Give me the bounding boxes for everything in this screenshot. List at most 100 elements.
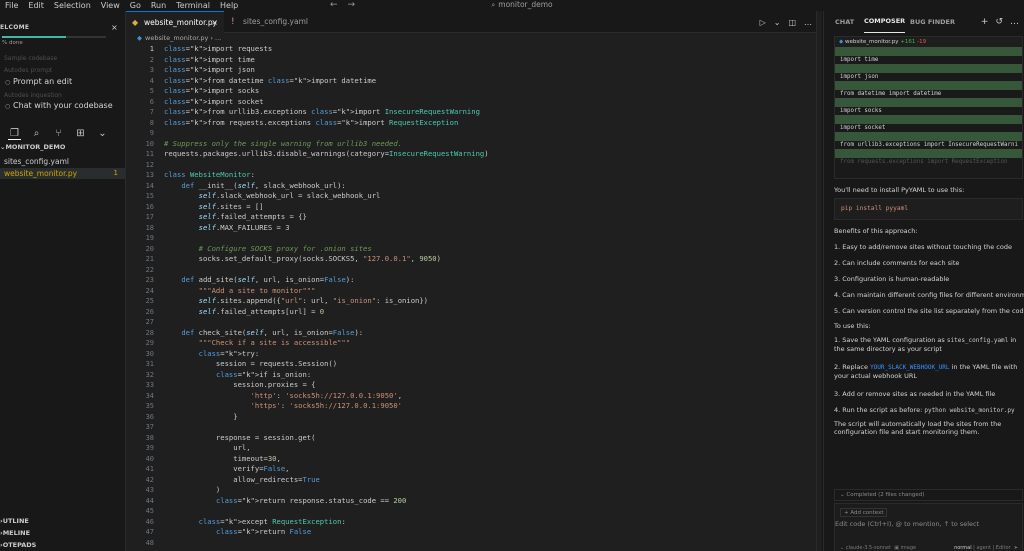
code-line[interactable]: class="k">import json: [164, 65, 489, 76]
menu-go[interactable]: Go: [125, 0, 146, 11]
mode-switch[interactable]: normal | agent | Editor ➤: [954, 545, 1018, 551]
code-line[interactable]: [164, 265, 489, 276]
code-line[interactable]: self.slack_webhook_url = slack_webhook_u…: [164, 191, 489, 202]
breadcrumb-more[interactable]: ...: [215, 34, 221, 42]
add-context-button[interactable]: + Add context: [840, 508, 888, 517]
code-line[interactable]: class="k">import socks: [164, 86, 489, 97]
code-line[interactable]: [164, 128, 489, 139]
close-icon[interactable]: ×: [211, 12, 218, 34]
code-line[interactable]: """Check if a site is accessible""": [164, 338, 489, 349]
code-line[interactable]: class="k">import requests: [164, 44, 489, 55]
more-icon[interactable]: …: [1010, 11, 1019, 33]
breadcrumb-file[interactable]: website_monitor.py: [145, 34, 208, 42]
code-line[interactable]: class="k">try:: [164, 349, 489, 360]
code-line[interactable]: [164, 317, 489, 328]
code-editor[interactable]: 1 2 3 4 5 6 7 8 9 10 11 12 13 14 15 16 17 18 19 20 21 22 23 24 2…: [126, 44, 822, 551]
model-selector[interactable]: ⌄ claude-3.5-sonnet: [840, 545, 891, 551]
diff-header[interactable]: ◆ website_monitor.py +161 -19: [835, 37, 1022, 47]
code-line[interactable]: [164, 160, 489, 171]
code-line[interactable]: verify=False,: [164, 464, 489, 475]
composer-input[interactable]: + Add context Edit code (Ctrl+I), @ to m…: [834, 503, 1023, 551]
split-editor-icon[interactable]: ◫: [788, 18, 796, 27]
mode-agent[interactable]: agent: [976, 545, 990, 551]
mode-editor[interactable]: Editor: [996, 545, 1011, 551]
file-sites-config[interactable]: sites_config.yaml: [0, 156, 125, 167]
code-line[interactable]: class="k">from urllib3.exceptions class=…: [164, 107, 489, 118]
code-line[interactable]: # Suppress only the single warning from …: [164, 139, 489, 150]
run-icon[interactable]: ▷: [760, 18, 766, 27]
submit-icon[interactable]: ➤: [1014, 545, 1018, 551]
menu-run[interactable]: Run: [146, 0, 171, 11]
code-line[interactable]: def add_site(self, url, is_onion=False):: [164, 275, 489, 286]
nav-arrows[interactable]: ←→: [330, 0, 365, 11]
history-icon[interactable]: ↺: [995, 11, 1003, 33]
tab-bug-finder[interactable]: BUG FINDER: [910, 11, 955, 33]
code-line[interactable]: # Configure SOCKS proxy for .onion sites: [164, 244, 489, 255]
code-line[interactable]: [164, 422, 489, 433]
composer-input-placeholder[interactable]: Edit code (Ctrl+I), @ to mention, ↑ to s…: [835, 520, 979, 528]
code-line[interactable]: class="k">return response.status_code ==…: [164, 496, 489, 507]
outline-section[interactable]: ›UTLINE: [0, 517, 29, 525]
welcome-step-faded[interactable]: Autodes prompt: [4, 67, 52, 74]
welcome-step-faded[interactable]: Sample codebase: [4, 55, 57, 62]
code-line[interactable]: url,: [164, 443, 489, 454]
code-line[interactable]: class="k">from requests.exceptions class…: [164, 118, 489, 129]
plus-icon[interactable]: +: [981, 11, 989, 33]
menu-view[interactable]: View: [96, 0, 125, 11]
explorer-root[interactable]: ⌄MONITOR_DEMO: [0, 143, 65, 151]
code-line[interactable]: """Add a site to monitor""": [164, 286, 489, 297]
code-line[interactable]: def __init__(self, slack_webhook_url):: [164, 181, 489, 192]
code-line[interactable]: class="k">except RequestException:: [164, 517, 489, 528]
code-line[interactable]: self.sites.append({"url": url, "is_onion…: [164, 296, 489, 307]
tab-sites-config[interactable]: ! sites_config.yaml: [225, 11, 317, 33]
tab-composer[interactable]: COMPOSER: [864, 11, 906, 33]
diff-preview[interactable]: ◆ website_monitor.py +161 -19 import tim…: [834, 36, 1023, 179]
welcome-step-prompt-edit[interactable]: ○ Prompt an edit: [5, 77, 72, 86]
menu-help[interactable]: Help: [215, 0, 243, 11]
chevron-down-icon[interactable]: ⌄: [96, 128, 109, 140]
code-line[interactable]: 'https': 'socks5h://127.0.0.1:9050': [164, 401, 489, 412]
code-line[interactable]: response = session.get(: [164, 433, 489, 444]
code-line[interactable]: class="k">return False: [164, 527, 489, 538]
tab-chat[interactable]: CHAT: [835, 11, 854, 33]
code-line[interactable]: ): [164, 485, 489, 496]
close-icon[interactable]: ×: [111, 23, 118, 32]
file-website-monitor[interactable]: website_monitor.py 1: [0, 168, 125, 179]
chevron-down-icon[interactable]: ⌄: [774, 18, 781, 27]
code-line[interactable]: allow_redirects=True: [164, 475, 489, 486]
forward-arrow-icon[interactable]: →: [348, 0, 366, 10]
menu-selection[interactable]: Selection: [49, 0, 96, 11]
menu-edit[interactable]: Edit: [23, 0, 49, 11]
code-line[interactable]: socks.set_default_proxy(socks.SOCKS5, "1…: [164, 254, 489, 265]
code-line[interactable]: def check_site(self, url, is_onion=False…: [164, 328, 489, 339]
mode-normal[interactable]: normal: [954, 545, 972, 551]
tab-website-monitor[interactable]: ◆ website_monitor.py ×: [126, 11, 224, 33]
code-line[interactable]: class="k">from datetime class="k">import…: [164, 76, 489, 87]
code-line[interactable]: session = requests.Session(): [164, 359, 489, 370]
code-line[interactable]: [164, 506, 489, 517]
code-line[interactable]: 'http': 'socks5h://127.0.0.1:9050',: [164, 391, 489, 402]
extensions-icon[interactable]: ⊞: [74, 128, 87, 140]
source-control-icon[interactable]: ⑂: [52, 128, 65, 140]
code-line[interactable]: [164, 538, 489, 549]
search-icon[interactable]: ⌕: [30, 128, 43, 140]
code-line[interactable]: class="k">import time: [164, 55, 489, 66]
notepads-section[interactable]: ›OTEPADS: [0, 541, 36, 549]
completed-status[interactable]: ⌄ Completed (2 files changed): [834, 489, 1023, 501]
image-button[interactable]: ▣ image: [894, 545, 916, 551]
code-line[interactable]: class="k">if is_onion:: [164, 370, 489, 381]
code-line[interactable]: timeout=30,: [164, 454, 489, 465]
code-line[interactable]: }: [164, 412, 489, 423]
minimap[interactable]: [816, 11, 822, 551]
code-content[interactable]: class="k">import requests class="k">impor…: [164, 44, 489, 548]
code-line[interactable]: self.failed_attempts[url] = 0: [164, 307, 489, 318]
code-line[interactable]: [164, 233, 489, 244]
welcome-step-faded[interactable]: Autodes inquestion: [4, 92, 62, 99]
menu-file[interactable]: File: [0, 0, 23, 11]
back-arrow-icon[interactable]: ←: [330, 0, 348, 10]
code-line[interactable]: class WebsiteMonitor:: [164, 170, 489, 181]
code-block[interactable]: pip install pyyaml: [834, 198, 1023, 220]
code-line[interactable]: self.sites = []: [164, 202, 489, 213]
code-line[interactable]: self.failed_attempts = {}: [164, 212, 489, 223]
code-line[interactable]: self.MAX_FAILURES = 3: [164, 223, 489, 234]
